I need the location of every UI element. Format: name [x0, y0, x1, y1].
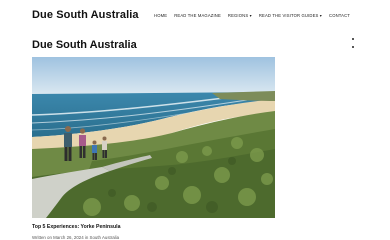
dot-icon [352, 46, 354, 48]
nav-item-read-the-magazine[interactable]: READ THE MAGAZINE [174, 13, 221, 18]
dot-icon [352, 38, 354, 40]
post-date: Written on March 26, 2024 in [32, 235, 90, 240]
post-featured-image[interactable] [32, 57, 275, 218]
post-title[interactable]: Top 5 Experiences: Yorke Peninsula [32, 224, 121, 230]
site-title[interactable]: Due South Australia [32, 9, 139, 21]
nav-item-contact[interactable]: CONTACT [329, 13, 350, 18]
post-meta: Written on March 26, 2024 in South Austr… [32, 235, 119, 240]
post-category-link[interactable]: South Australia [90, 235, 120, 240]
main-nav: HOME READ THE MAGAZINE REGIONS ▾ READ TH… [154, 13, 350, 18]
nav-item-visitor-guides[interactable]: READ THE VISITOR GUIDES ▾ [259, 13, 322, 18]
nav-item-home[interactable]: HOME [154, 13, 167, 18]
page-title: Due South Australia [32, 39, 137, 51]
nav-item-regions[interactable]: REGIONS ▾ [228, 13, 252, 18]
site-header: Due South Australia HOME READ THE MAGAZI… [0, 0, 390, 34]
more-options-icon[interactable] [351, 36, 355, 52]
